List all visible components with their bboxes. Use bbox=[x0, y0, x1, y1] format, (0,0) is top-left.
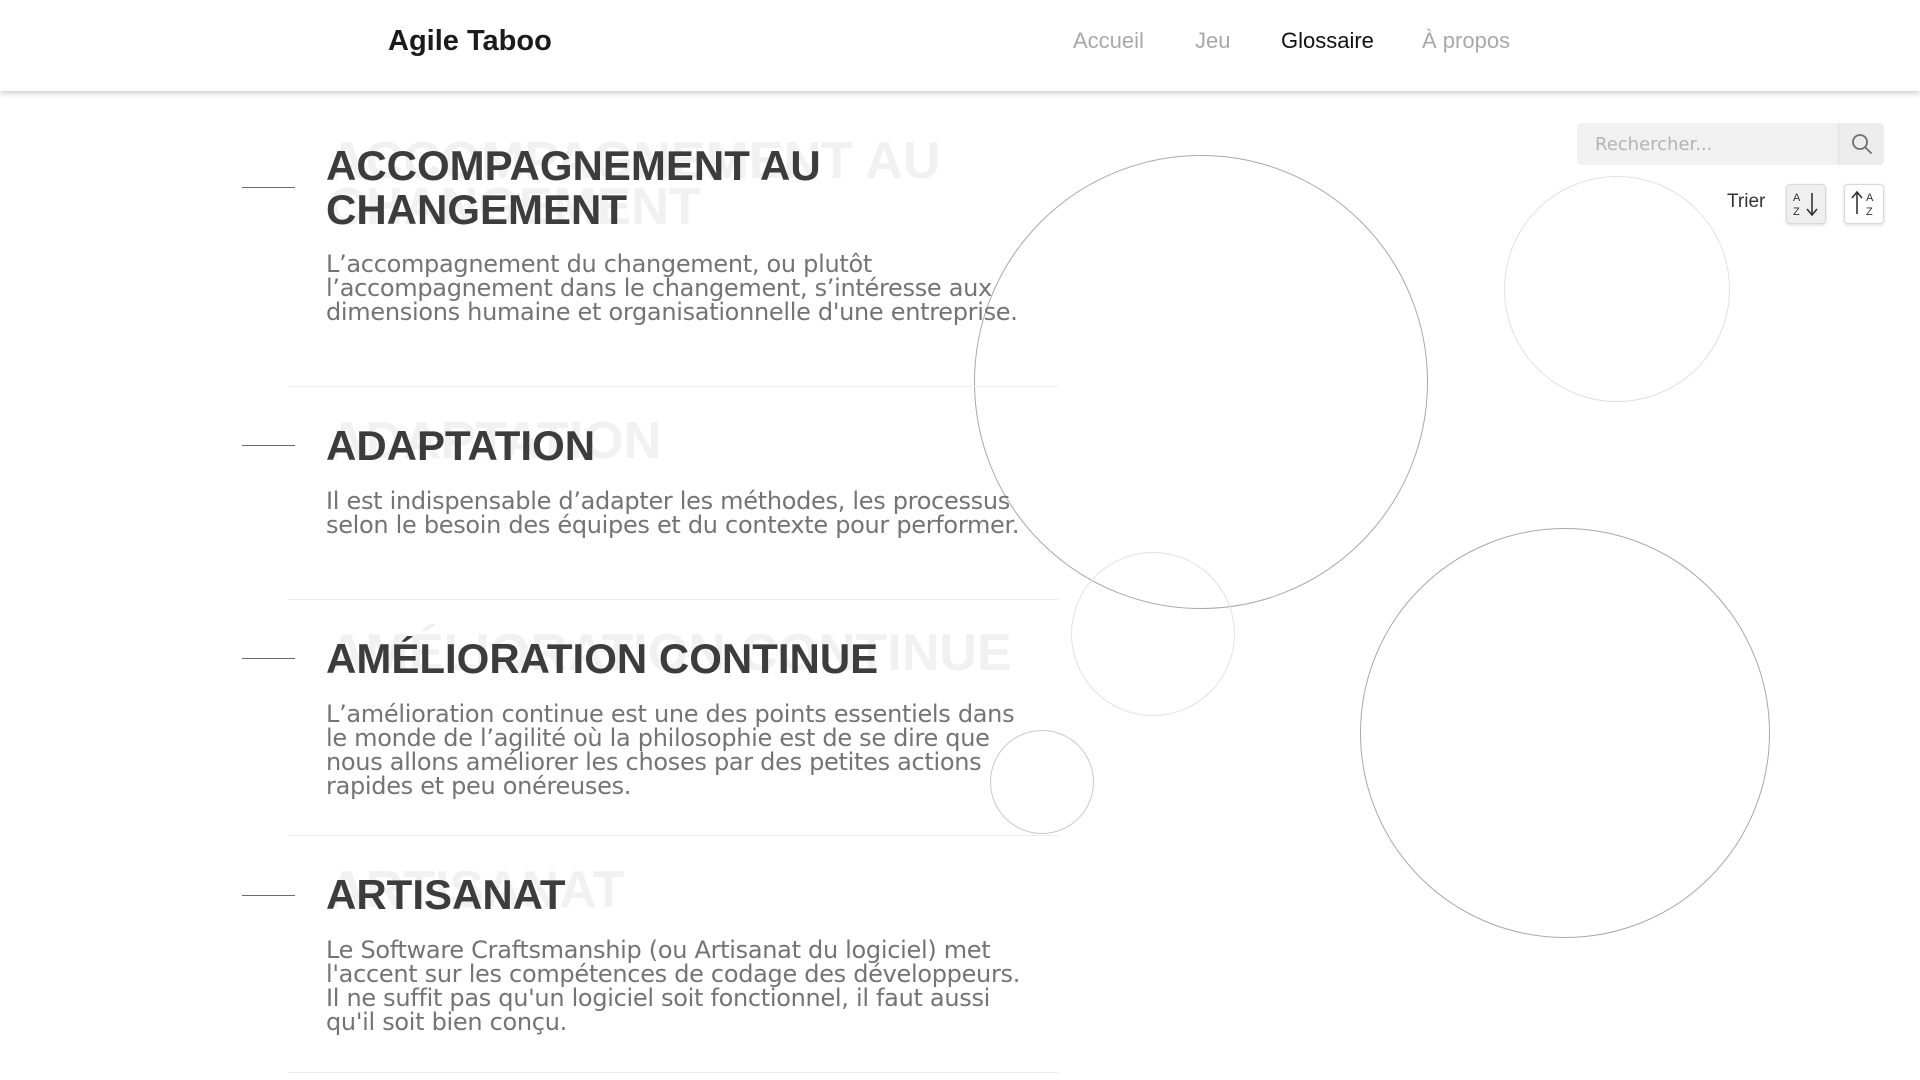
decorative-circle-bottom-right bbox=[1360, 528, 1770, 938]
glossary-description: L’amélioration continue est une des poin… bbox=[326, 700, 1015, 800]
decorative-circle-large bbox=[974, 155, 1428, 609]
search-icon bbox=[1851, 134, 1872, 154]
svg-text:Z: Z bbox=[1866, 206, 1873, 218]
entry-dash bbox=[242, 187, 295, 188]
entry-divider bbox=[288, 599, 1058, 600]
entry-dash bbox=[242, 658, 295, 659]
search-button[interactable] bbox=[1838, 123, 1884, 165]
entry-dash bbox=[242, 445, 295, 446]
nav-link-a-propos[interactable]: À propos bbox=[1422, 28, 1510, 54]
glossary-term: AMÉLIORATION CONTINUE bbox=[326, 635, 879, 682]
nav-link-accueil[interactable]: Accueil bbox=[1073, 28, 1144, 54]
top-navbar: Agile Taboo Accueil Jeu Glossaire À prop… bbox=[0, 0, 1920, 91]
nav-link-jeu[interactable]: Jeu bbox=[1195, 28, 1230, 54]
sort-az-up-icon: A Z bbox=[1851, 190, 1874, 218]
glossary-description: Il est indispensable d’adapter les métho… bbox=[326, 487, 1020, 539]
entry-divider bbox=[288, 386, 1058, 387]
decorative-circle-small bbox=[1071, 552, 1235, 716]
sort-ascending-button[interactable]: A Z bbox=[1786, 184, 1826, 224]
glossary-term: ARTISANAT bbox=[326, 871, 566, 918]
svg-text:A: A bbox=[1793, 192, 1801, 204]
brand-logo[interactable]: Agile Taboo bbox=[388, 25, 552, 58]
glossary-term: ADAPTATION bbox=[326, 422, 596, 469]
glossary-term: ACCOMPAGNEMENT AU CHANGEMENT bbox=[326, 142, 821, 233]
search-bar bbox=[1577, 123, 1884, 165]
entry-divider bbox=[288, 1072, 1058, 1073]
glossary-description: Le Software Craftsmanship (ou Artisanat … bbox=[326, 936, 1021, 1036]
svg-text:Z: Z bbox=[1793, 206, 1800, 218]
sort-label: Trier bbox=[1727, 191, 1766, 212]
entry-dash bbox=[242, 895, 295, 896]
decorative-circle-top-right bbox=[1504, 176, 1730, 402]
svg-text:A: A bbox=[1866, 192, 1874, 204]
nav-link-glossaire[interactable]: Glossaire bbox=[1281, 28, 1374, 54]
sort-descending-button[interactable]: A Z bbox=[1844, 184, 1884, 224]
entry-divider bbox=[288, 835, 1058, 836]
sort-az-down-icon: A Z bbox=[1793, 192, 1818, 218]
glossary-description: L’accompagnement du changement, ou plutô… bbox=[326, 250, 1018, 326]
search-input[interactable] bbox=[1577, 123, 1838, 165]
